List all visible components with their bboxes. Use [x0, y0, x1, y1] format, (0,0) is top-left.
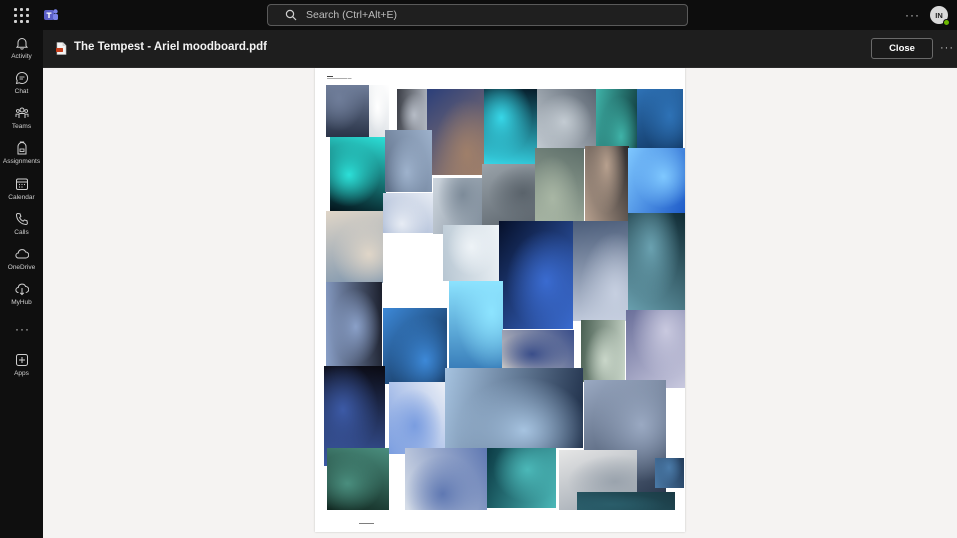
moodboard-image — [383, 193, 433, 233]
moodboard-image — [577, 492, 675, 510]
chat-icon — [15, 71, 28, 85]
moodboard-image — [535, 148, 584, 228]
search-icon — [285, 9, 297, 21]
rail-label: Assignments — [2, 158, 41, 165]
rail-label: Activity — [11, 53, 32, 60]
moodboard-image — [573, 221, 628, 321]
moodboard-image — [427, 89, 485, 175]
rail-item-calls[interactable]: Calls — [0, 212, 43, 246]
moodboard-image — [482, 164, 538, 226]
page-subheading-mark: ▬▬▬▬▬▬▬▬▬▬ ▬▬ — [327, 78, 352, 80]
rail-item-chat[interactable]: Chat — [0, 71, 43, 105]
rail-item-calendar[interactable]: Calendar — [0, 177, 43, 211]
moodboard-image — [628, 213, 685, 313]
rail-label: Calls — [14, 229, 29, 236]
pdf-page[interactable]: ▬▬ ▬▬▬▬▬▬▬▬▬▬ ▬▬ ▬▬▬▬▬▬ — [315, 68, 685, 532]
teams-logo-icon[interactable] — [43, 7, 59, 23]
rail-item-onedrive[interactable]: OneDrive — [0, 247, 43, 281]
moodboard-image — [327, 448, 389, 510]
rail-label: Calendar — [8, 194, 35, 201]
moodboard-image — [499, 221, 573, 329]
rail-item-assignments[interactable]: Assignments — [0, 141, 43, 175]
bell-icon — [15, 38, 28, 50]
cloud-icon — [14, 249, 29, 259]
moodboard-image — [326, 85, 369, 137]
rail-label: OneDrive — [7, 264, 36, 271]
moodboard-image — [626, 310, 685, 388]
moodboard-image — [537, 89, 597, 149]
file-title: The Tempest - Ariel moodboard.pdf — [74, 41, 267, 53]
search-box[interactable]: Search (Ctrl+Alt+E) — [267, 4, 688, 26]
moodboard-image — [581, 320, 625, 382]
page-footer-mark: ▬▬▬▬▬▬ — [359, 522, 374, 525]
moodboard-image — [484, 89, 538, 165]
rail-item-myhub[interactable]: MyHub — [0, 282, 43, 316]
rail-item-apps[interactable]: Apps — [0, 353, 43, 387]
more-apps-button[interactable]: ··· — [15, 322, 30, 336]
pdf-viewer[interactable]: ▬▬ ▬▬▬▬▬▬▬▬▬▬ ▬▬ ▬▬▬▬▬▬ — [43, 68, 957, 538]
moodboard-image — [405, 448, 487, 510]
rail-label: Apps — [14, 370, 29, 377]
moodboard-image — [326, 282, 382, 368]
rail-label: MyHub — [11, 299, 32, 306]
rail-label: Teams — [11, 123, 32, 130]
moodboard-image — [443, 225, 499, 281]
rail-label: Chat — [14, 88, 29, 95]
moodboard-image — [326, 211, 383, 283]
rail-item-teams[interactable]: Teams — [0, 106, 43, 140]
file-more-options-button[interactable]: ··· — [940, 42, 954, 54]
pdf-file-icon — [56, 42, 67, 55]
moodboard-image — [449, 281, 503, 381]
app-launcher-button[interactable] — [12, 7, 30, 23]
calendar-icon — [15, 178, 28, 190]
title-bar: Search (Ctrl+Alt+E) ··· IN — [0, 0, 957, 30]
avatar[interactable]: IN — [930, 6, 950, 26]
moodboard-image — [585, 146, 629, 222]
moodboard-image — [383, 308, 447, 384]
file-viewer-header: The Tempest - Ariel moodboard.pdf Close … — [43, 30, 957, 68]
moodboard-image — [330, 137, 386, 211]
moodboard-image — [628, 148, 685, 214]
phone-icon — [15, 213, 28, 225]
settings-more-button[interactable]: ··· — [905, 8, 920, 22]
moodboard-image — [389, 382, 447, 454]
cloud-download-icon — [14, 283, 29, 296]
moodboard-image — [397, 89, 428, 133]
avatar-initials: IN — [935, 10, 943, 20]
moodboard-image — [487, 448, 556, 508]
add-app-icon — [15, 354, 28, 366]
backpack-icon — [17, 141, 26, 155]
app-rail: Activity Chat Teams Assignments Calendar… — [0, 30, 43, 538]
moodboard-image — [655, 458, 684, 488]
moodboard-image — [445, 368, 583, 448]
search-placeholder: Search (Ctrl+Alt+E) — [306, 9, 398, 21]
presence-available-icon — [943, 19, 950, 26]
moodboard-image — [385, 130, 432, 192]
rail-item-activity[interactable]: Activity — [0, 36, 43, 70]
teams-people-icon — [15, 107, 28, 118]
close-button[interactable]: Close — [871, 38, 933, 59]
